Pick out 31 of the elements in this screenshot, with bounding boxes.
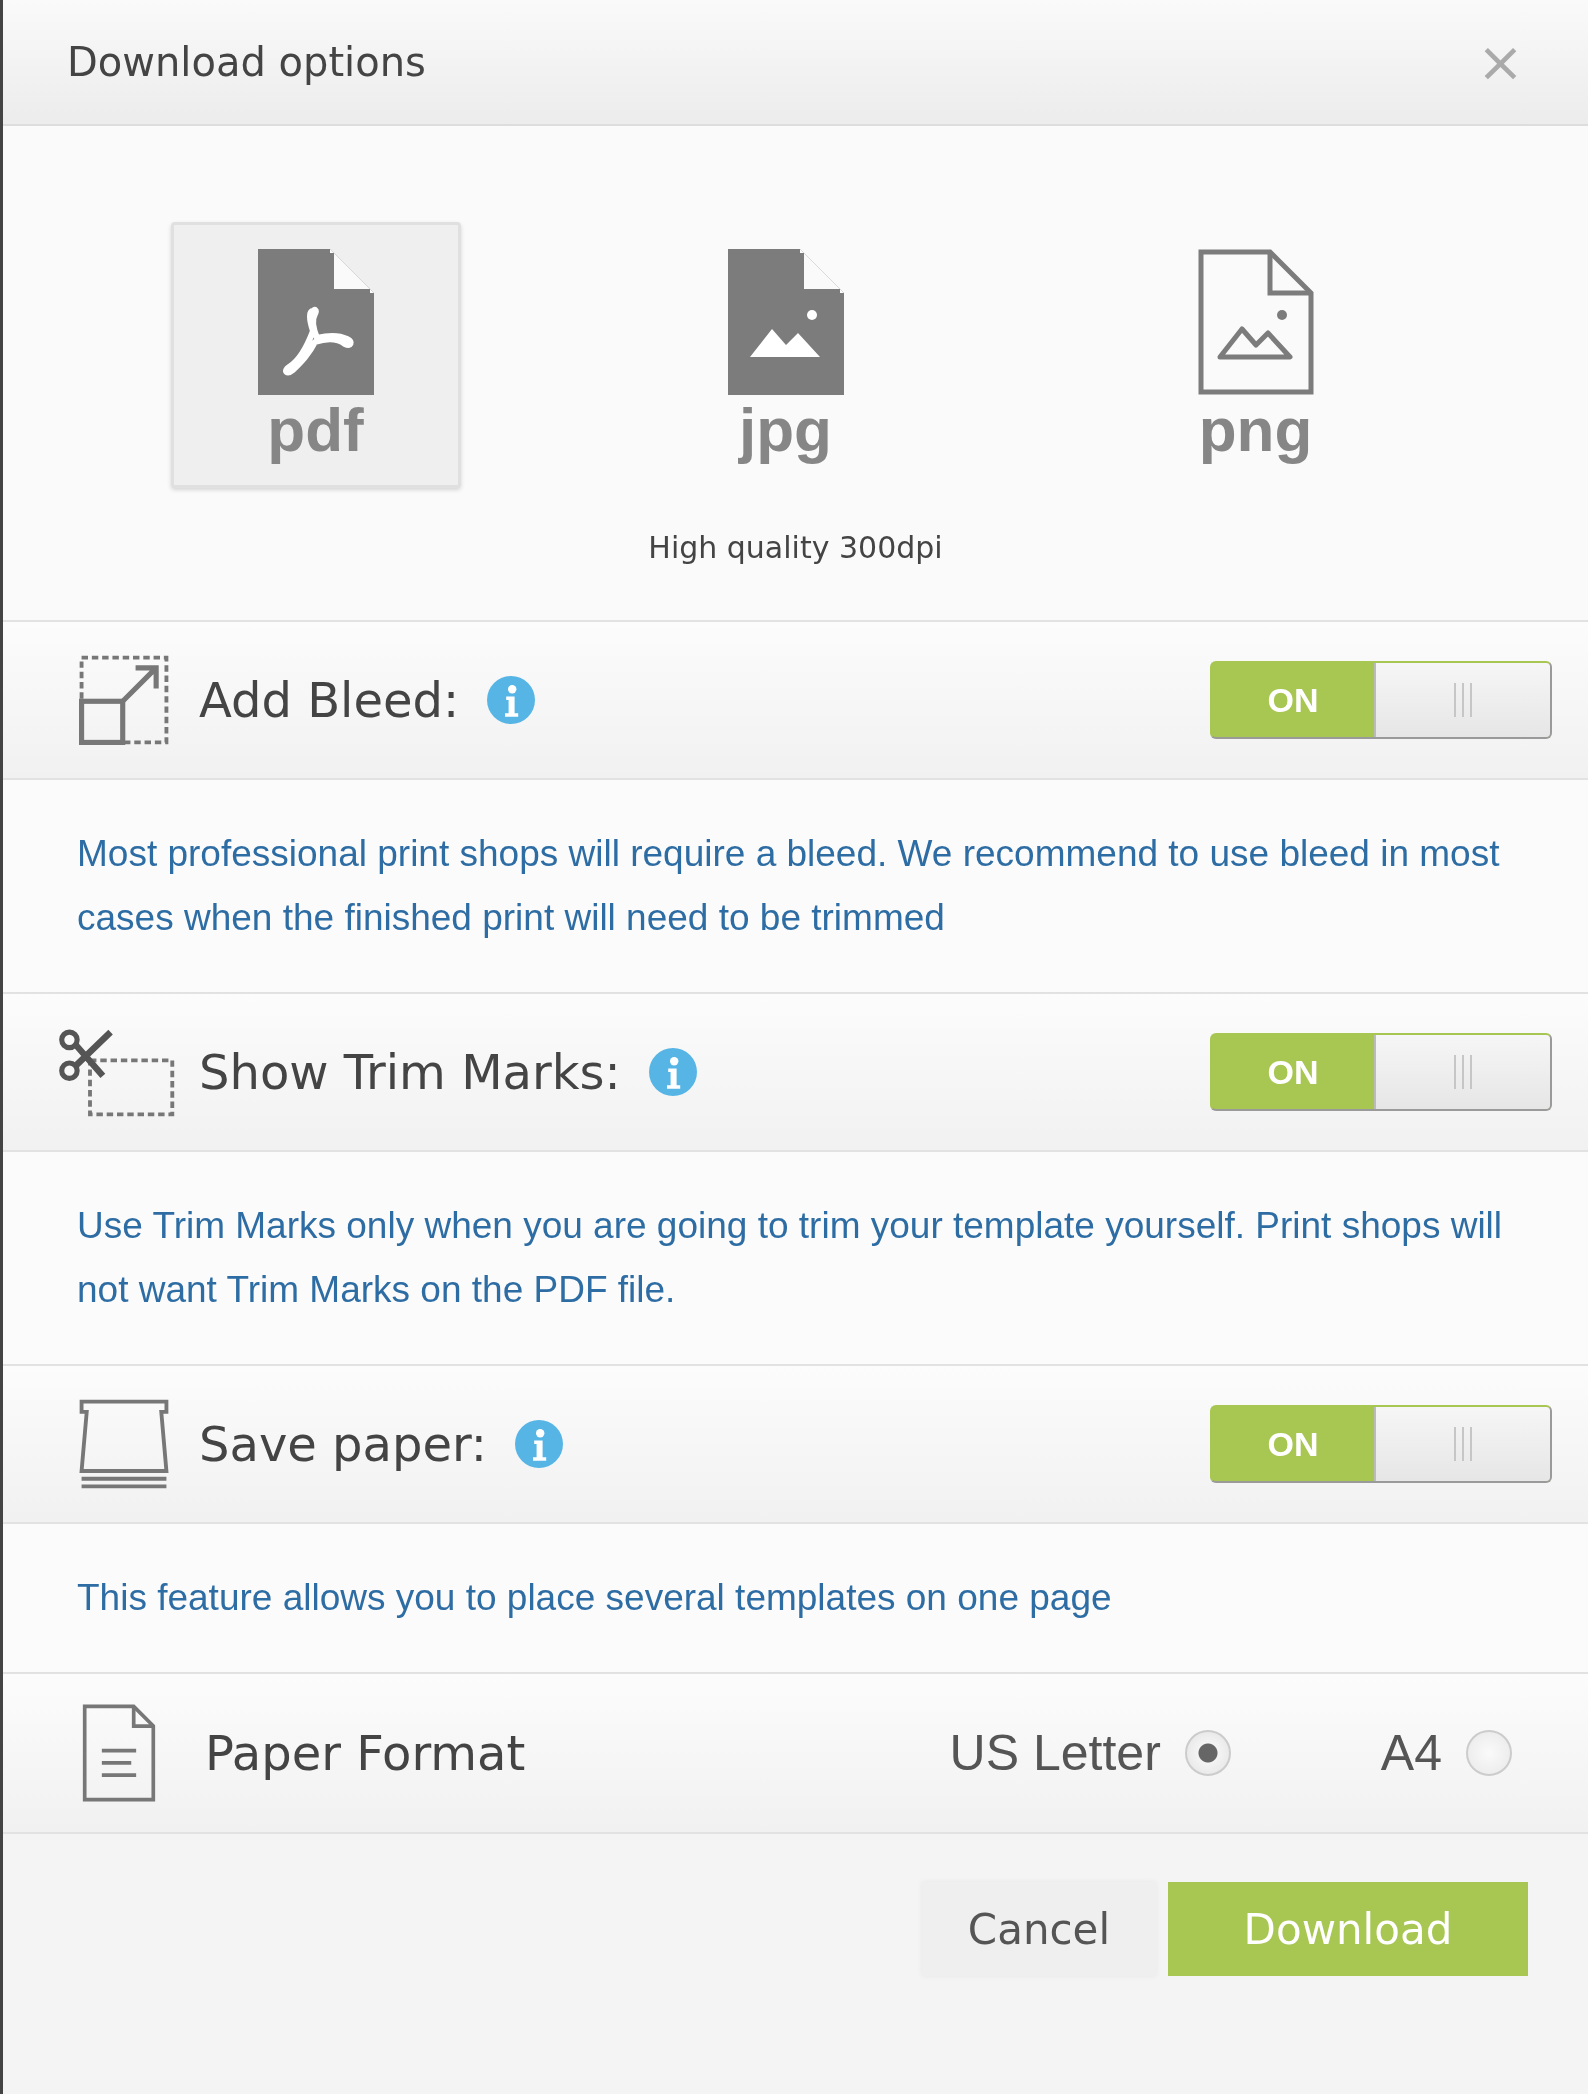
- format-option[interactable]: jpg: [640, 222, 931, 488]
- info-icon[interactable]: [515, 1420, 564, 1468]
- format-option[interactable]: pdf: [170, 222, 461, 488]
- paper-format-option[interactable]: US Letter: [949, 1724, 1231, 1782]
- radio-button[interactable]: [1466, 1730, 1512, 1776]
- option-label: Add Bleed:: [199, 672, 460, 728]
- dialog-title: Download options: [67, 39, 426, 85]
- scissors-icon: [59, 1027, 175, 1117]
- paper-stack-icon: [79, 1399, 169, 1489]
- paper-format-label: Paper Format: [205, 1725, 526, 1781]
- toggle-switch[interactable]: ON: [1210, 1405, 1552, 1483]
- paper-format-option[interactable]: A4: [1380, 1724, 1512, 1782]
- bleed-icon: [79, 655, 169, 745]
- cancel-button[interactable]: Cancel: [922, 1882, 1156, 1976]
- pdf-file-icon: [257, 249, 374, 395]
- option-label: Save paper:: [199, 1416, 488, 1472]
- option-label: Show Trim Marks:: [199, 1044, 621, 1100]
- toggle-switch[interactable]: ON: [1210, 661, 1552, 739]
- close-button[interactable]: ×: [1477, 34, 1524, 90]
- radio-button[interactable]: [1184, 1730, 1231, 1776]
- option-description: Use Trim Marks only when you are going to trim your template yourself. Print shops will not want Trim Marks on the PDF file.: [77, 1204, 1504, 1312]
- download-button[interactable]: Download: [1168, 1882, 1528, 1976]
- quality-note: High quality 300dpi: [648, 530, 943, 565]
- option-description: This feature allows you to place several templates on one page: [77, 1576, 1113, 1620]
- info-icon[interactable]: [487, 676, 536, 724]
- image-file-icon: [727, 249, 844, 395]
- option-description: Most professional print shops will require a bleed. We recommend to use bleed in most cases when the finished print will need to be trimmed: [77, 832, 1501, 940]
- info-icon[interactable]: [648, 1048, 697, 1096]
- format-option[interactable]: png: [1110, 222, 1401, 488]
- toggle-switch[interactable]: ON: [1210, 1033, 1552, 1111]
- image-file-icon: [1197, 249, 1314, 395]
